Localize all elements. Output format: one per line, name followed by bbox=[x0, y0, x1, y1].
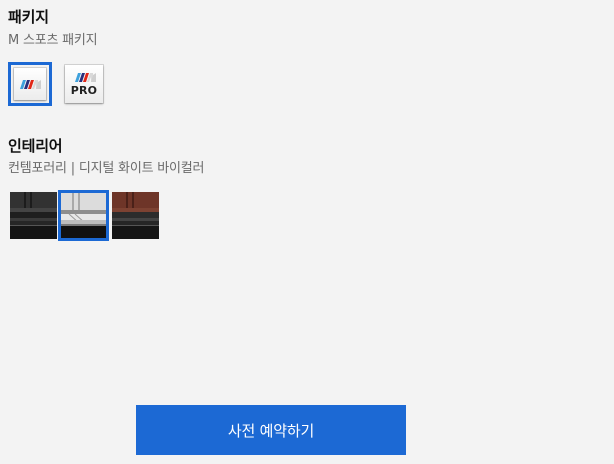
reserve-button[interactable]: 사전 예약하기 bbox=[136, 405, 406, 455]
package-option-thumbnail bbox=[14, 68, 46, 100]
interior-selected-name: 컨템포러리 | 디지털 화이트 바이컬러 bbox=[8, 161, 205, 176]
package-section-title: 패키지 bbox=[8, 8, 49, 26]
package-option-m-sport[interactable] bbox=[8, 62, 52, 106]
interior-swatch-black[interactable] bbox=[8, 190, 59, 241]
interior-swatch-image bbox=[61, 193, 106, 238]
m-logo-icon bbox=[20, 80, 41, 89]
interior-swatch-image bbox=[112, 192, 159, 239]
package-selected-name: M 스포츠 패키지 bbox=[8, 33, 98, 48]
pro-badge-label: PRO bbox=[70, 84, 98, 97]
package-option-thumbnail: PRO bbox=[65, 65, 103, 103]
interior-swatch-image bbox=[10, 192, 57, 239]
interior-swatch-brown[interactable] bbox=[110, 190, 161, 241]
interior-swatch-digital-white[interactable] bbox=[58, 190, 109, 241]
package-option-m-sport-pro[interactable]: PRO bbox=[62, 62, 106, 106]
interior-section-title: 인테리어 bbox=[8, 137, 63, 155]
configurator-panel: 패키지 M 스포츠 패키지 PRO 인테리어 컨템포러리 | 디지털 화이트 바… bbox=[0, 0, 614, 464]
